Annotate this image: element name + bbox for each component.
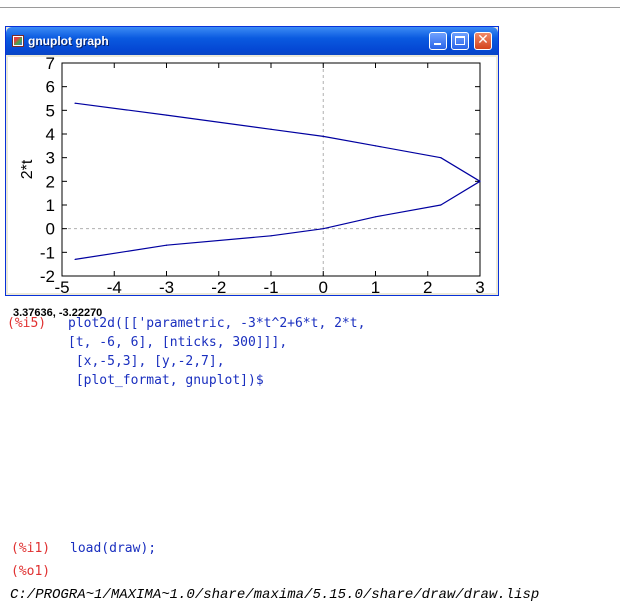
output-o1-path: C:/PROGRA~1/MAXIMA~1.0/share/maxima/5.15… <box>10 587 540 603</box>
y-tick-label: 3 <box>46 149 55 168</box>
close-button[interactable]: ✕ <box>474 32 492 50</box>
close-icon: ✕ <box>477 32 489 48</box>
gnuplot-titlebar[interactable]: gnuplot graph ✕ <box>6 27 498 55</box>
y-tick-label: -1 <box>40 243 55 262</box>
curve-data-point <box>440 157 442 159</box>
curve-data-point <box>74 258 76 261</box>
curve-data-point <box>74 102 76 104</box>
output-label-o1: (%o1) <box>11 564 51 579</box>
input-i5-line-1[interactable]: plot2d([['parametric, -3*t^2+6*t, 2*t, <box>68 316 365 331</box>
x-tick-label: 1 <box>371 278 380 293</box>
input-i1-code[interactable]: load(draw); <box>70 541 156 556</box>
curve-data-point <box>322 228 324 230</box>
parametric-plot: -5-4-3-2-10123-2-101234567-6*t-3*t^22*t <box>19 57 485 293</box>
top-rule <box>0 0 620 8</box>
parametric-curve-line <box>75 102 481 260</box>
maximize-button[interactable] <box>451 32 469 50</box>
y-tick-label: 6 <box>46 78 55 97</box>
x-tick-label: -3 <box>159 278 174 293</box>
gnuplot-app-icon <box>12 35 24 47</box>
minimize-button[interactable] <box>429 32 447 50</box>
minimize-icon <box>434 43 441 45</box>
curve-data-point <box>374 216 377 218</box>
y-tick-label: 0 <box>46 220 55 239</box>
y-tick-label: 7 <box>46 57 55 73</box>
curve-data-point <box>374 145 377 147</box>
input-i5-line-4[interactable]: [plot_format, gnuplot])$ <box>68 373 264 388</box>
curve-data-point <box>440 204 442 206</box>
curve-data-point <box>322 135 324 137</box>
y-tick-label: -2 <box>40 267 55 286</box>
x-tick-label: 2 <box>423 278 432 293</box>
x-tick-label: -4 <box>107 278 122 293</box>
x-tick-label: -2 <box>211 278 226 293</box>
x-tick-label: -5 <box>54 278 69 293</box>
curve-data-point <box>479 180 481 182</box>
x-tick-label: 0 <box>319 278 328 293</box>
gnuplot-window[interactable]: gnuplot graph ✕ -5 -4 -3 -2 -1 0 1 2 3 -2 -1 0 1 2 3 4 5… <box>5 26 499 319</box>
curve-data-point <box>165 244 168 246</box>
y-axis-label: 2*t <box>19 159 36 179</box>
plot-frame <box>61 62 481 277</box>
x-axis-label: -6*t-3*t^2 <box>238 291 304 293</box>
curve-data-point <box>270 235 272 237</box>
x-tick-label: 3 <box>475 278 484 293</box>
y-tick-label: 4 <box>46 125 55 144</box>
gnuplot-plot-canvas[interactable]: -5-4-3-2-10123-2-101234567-6*t-3*t^22*t … <box>8 57 496 319</box>
gnuplot-window-title: gnuplot graph <box>28 34 109 48</box>
maximize-icon <box>455 36 465 45</box>
curve-data-point <box>270 128 272 130</box>
y-tick-label: 1 <box>46 196 55 215</box>
input-label-i5: (%i5) <box>7 316 47 331</box>
y-tick-label: 2 <box>46 172 55 191</box>
curve-data-point <box>165 114 168 116</box>
input-i5-line-2[interactable]: [t, -6, 6], [nticks, 300]]], <box>68 335 287 350</box>
input-i5-line-3[interactable]: [x,-5,3], [y,-2,7], <box>68 354 225 369</box>
y-tick-label: 5 <box>46 101 55 120</box>
input-label-i1: (%i1) <box>11 541 51 556</box>
